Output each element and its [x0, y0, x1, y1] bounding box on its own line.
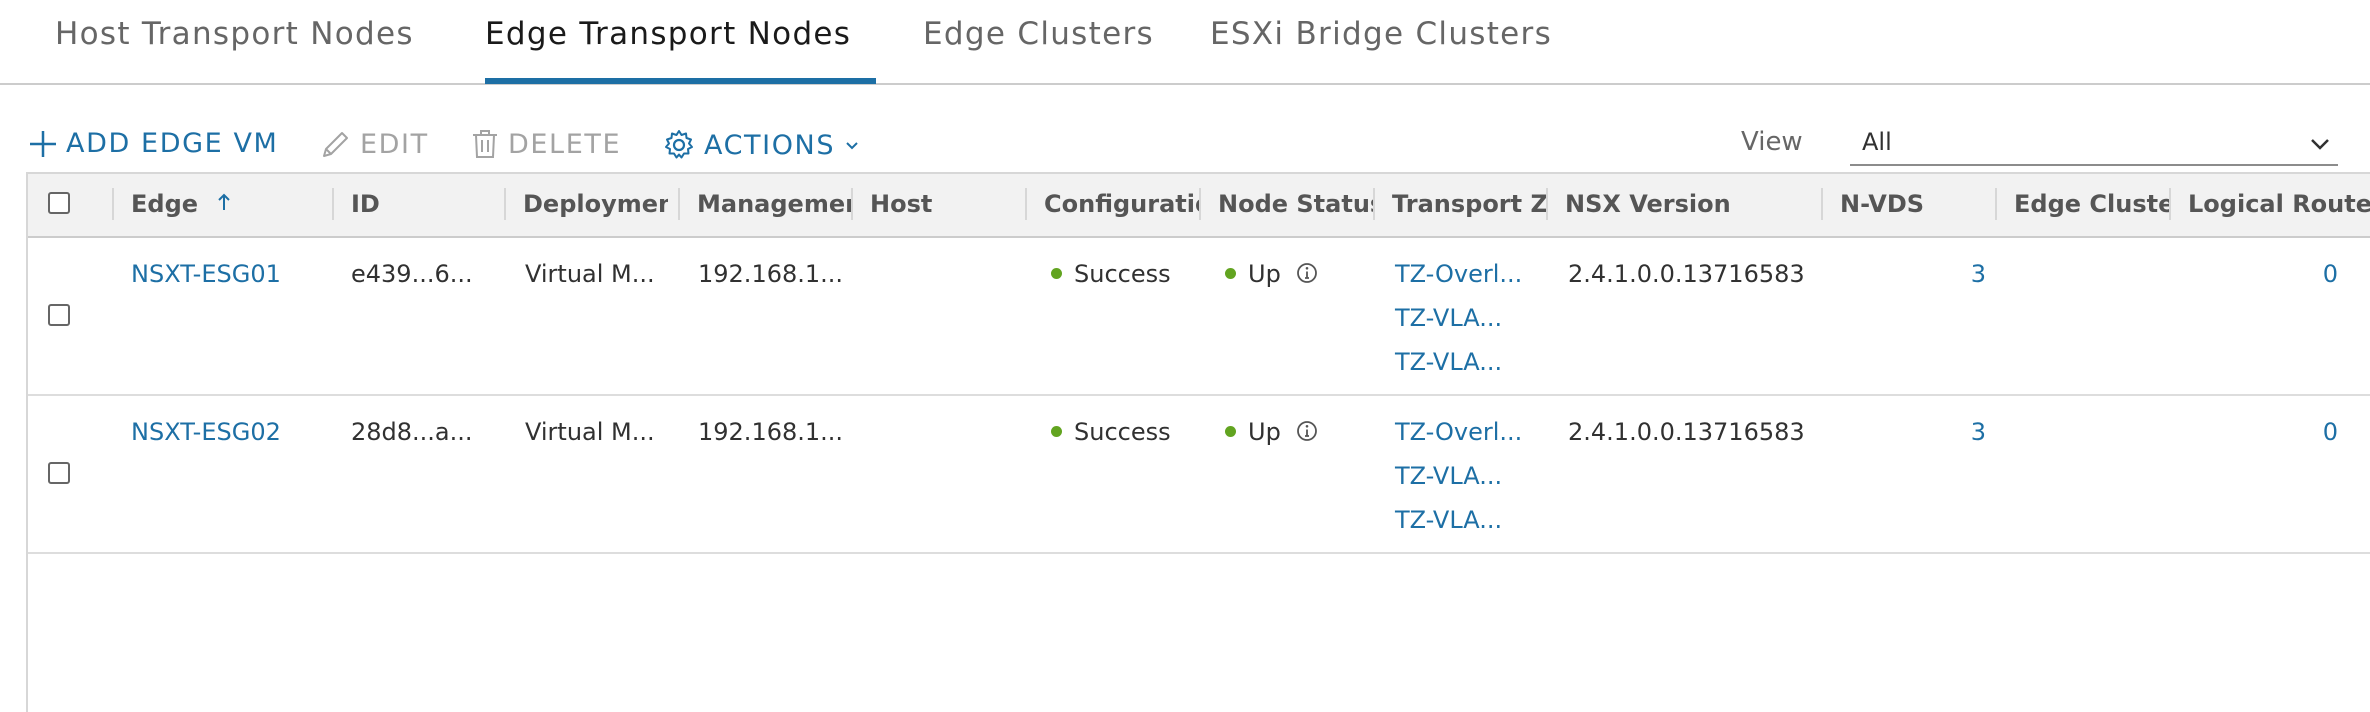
sort-ascending-icon — [218, 193, 231, 210]
delete-button[interactable]: DELETE — [470, 128, 621, 160]
cell-nsx-version: 2.4.1.0.0.13716583 — [1568, 260, 1805, 288]
nvds-count-link[interactable]: 3 — [1928, 418, 1986, 446]
column-header-nsx-version[interactable]: NSX Version — [1565, 190, 1805, 218]
cell-configuration-state: Success — [1051, 418, 1171, 446]
configuration-status: Success — [1074, 418, 1171, 446]
column-header-edge[interactable]: Edge — [131, 190, 232, 218]
column-separator — [1821, 188, 1823, 220]
column-header-host[interactable]: Host — [870, 190, 1010, 218]
column-separator — [1199, 188, 1201, 220]
column-header-transport-zones[interactable]: Transport Zo — [1392, 190, 1547, 218]
column-header-logical-routers[interactable]: Logical Route — [2188, 190, 2370, 218]
table-row[interactable]: NSXT-ESG01 e439...6... Virtual M... 192.… — [28, 238, 2370, 396]
column-separator — [112, 188, 114, 220]
tab-esxi-bridge-clusters[interactable]: ESXi Bridge Clusters — [1210, 16, 1552, 52]
column-header-management[interactable]: Management — [697, 190, 852, 218]
nvds-count-link[interactable]: 3 — [1928, 260, 1986, 288]
column-separator — [851, 188, 853, 220]
column-separator — [332, 188, 334, 220]
add-edge-vm-button[interactable]: ADD EDGE VM — [28, 128, 278, 159]
column-header-deployment[interactable]: Deployment — [523, 190, 668, 218]
edge-name-link[interactable]: NSXT-ESG01 — [131, 260, 281, 288]
status-dot — [1051, 267, 1062, 279]
cell-configuration-state: Success — [1051, 260, 1171, 288]
configuration-status: Success — [1074, 260, 1171, 288]
cell-management: 192.168.1... — [698, 418, 843, 446]
column-header-configuration[interactable]: Configuration — [1044, 190, 1199, 218]
active-tab-indicator — [485, 78, 876, 84]
status-dot — [1225, 425, 1236, 437]
view-select-value: All — [1862, 128, 1892, 156]
plus-icon — [30, 130, 56, 157]
pencil-icon — [323, 132, 348, 157]
gear-icon — [665, 130, 693, 159]
table-row[interactable]: NSXT-ESG02 28d8...a... Virtual M... 192.… — [28, 396, 2370, 554]
edit-button[interactable]: EDIT — [320, 128, 429, 160]
actions-label: ACTIONS — [704, 129, 836, 161]
cell-node-status: Up — [1225, 418, 1318, 446]
node-status: Up — [1248, 418, 1281, 446]
chevron-down-icon — [2311, 139, 2329, 150]
tab-edge-transport-nodes[interactable]: Edge Transport Nodes — [485, 16, 851, 52]
logical-routers-count-link[interactable]: 0 — [2298, 418, 2338, 446]
view-label: View — [1741, 127, 1803, 157]
transport-zone-link[interactable]: TZ-VLA... — [1395, 506, 1502, 534]
info-icon[interactable] — [1296, 420, 1318, 442]
column-separator — [1995, 188, 1997, 220]
cell-nsx-version: 2.4.1.0.0.13716583 — [1568, 418, 1805, 446]
column-separator — [1546, 188, 1548, 220]
grid-header: Edge ID Deployment Management Host Confi… — [28, 174, 2370, 238]
column-header-node-status[interactable]: Node Status — [1218, 190, 1373, 218]
view-select[interactable]: All — [1850, 120, 2338, 166]
status-dot — [1051, 425, 1062, 437]
node-status: Up — [1248, 260, 1281, 288]
transport-zone-link[interactable]: TZ-VLA... — [1395, 348, 1502, 376]
cell-id: e439...6... — [351, 260, 473, 288]
chevron-down-icon — [846, 142, 858, 150]
cell-deployment: Virtual M... — [525, 260, 655, 288]
cell-management: 192.168.1... — [698, 260, 843, 288]
cell-node-status: Up — [1225, 260, 1318, 288]
column-separator — [504, 188, 506, 220]
transport-zone-link[interactable]: TZ-VLA... — [1395, 462, 1502, 490]
edge-name-link[interactable]: NSXT-ESG02 — [131, 418, 281, 446]
tab-host-transport-nodes[interactable]: Host Transport Nodes — [55, 16, 414, 52]
row-select-checkbox[interactable] — [48, 462, 70, 484]
logical-routers-count-link[interactable]: 0 — [2298, 260, 2338, 288]
transport-zone-link[interactable]: TZ-Overl... — [1395, 418, 1522, 446]
column-header-id[interactable]: ID — [351, 190, 501, 218]
add-edge-vm-label: ADD EDGE VM — [66, 128, 279, 159]
edge-transport-nodes-grid: Edge ID Deployment Management Host Confi… — [26, 172, 2370, 712]
select-all-checkbox[interactable] — [48, 192, 70, 214]
cell-deployment: Virtual M... — [525, 418, 655, 446]
column-header-edge-label: Edge — [131, 190, 199, 218]
column-separator — [678, 188, 680, 220]
tab-edge-clusters[interactable]: Edge Clusters — [923, 16, 1154, 52]
column-header-edge-cluster[interactable]: Edge Cluster — [2014, 190, 2169, 218]
status-dot — [1225, 267, 1236, 279]
edit-label: EDIT — [360, 128, 429, 160]
actions-menu-button[interactable]: ACTIONS — [662, 128, 861, 162]
column-separator — [1373, 188, 1375, 220]
transport-zone-link[interactable]: TZ-Overl... — [1395, 260, 1522, 288]
column-separator — [2169, 188, 2171, 220]
info-icon[interactable] — [1296, 262, 1318, 284]
column-header-nvds[interactable]: N-VDS — [1840, 190, 1990, 218]
trash-icon — [473, 130, 497, 158]
column-separator — [1025, 188, 1027, 220]
tab-bar: Host Transport Nodes Edge Transport Node… — [0, 0, 2370, 85]
delete-label: DELETE — [508, 128, 622, 160]
row-select-checkbox[interactable] — [48, 304, 70, 326]
transport-zone-link[interactable]: TZ-VLA... — [1395, 304, 1502, 332]
cell-id: 28d8...a... — [351, 418, 473, 446]
